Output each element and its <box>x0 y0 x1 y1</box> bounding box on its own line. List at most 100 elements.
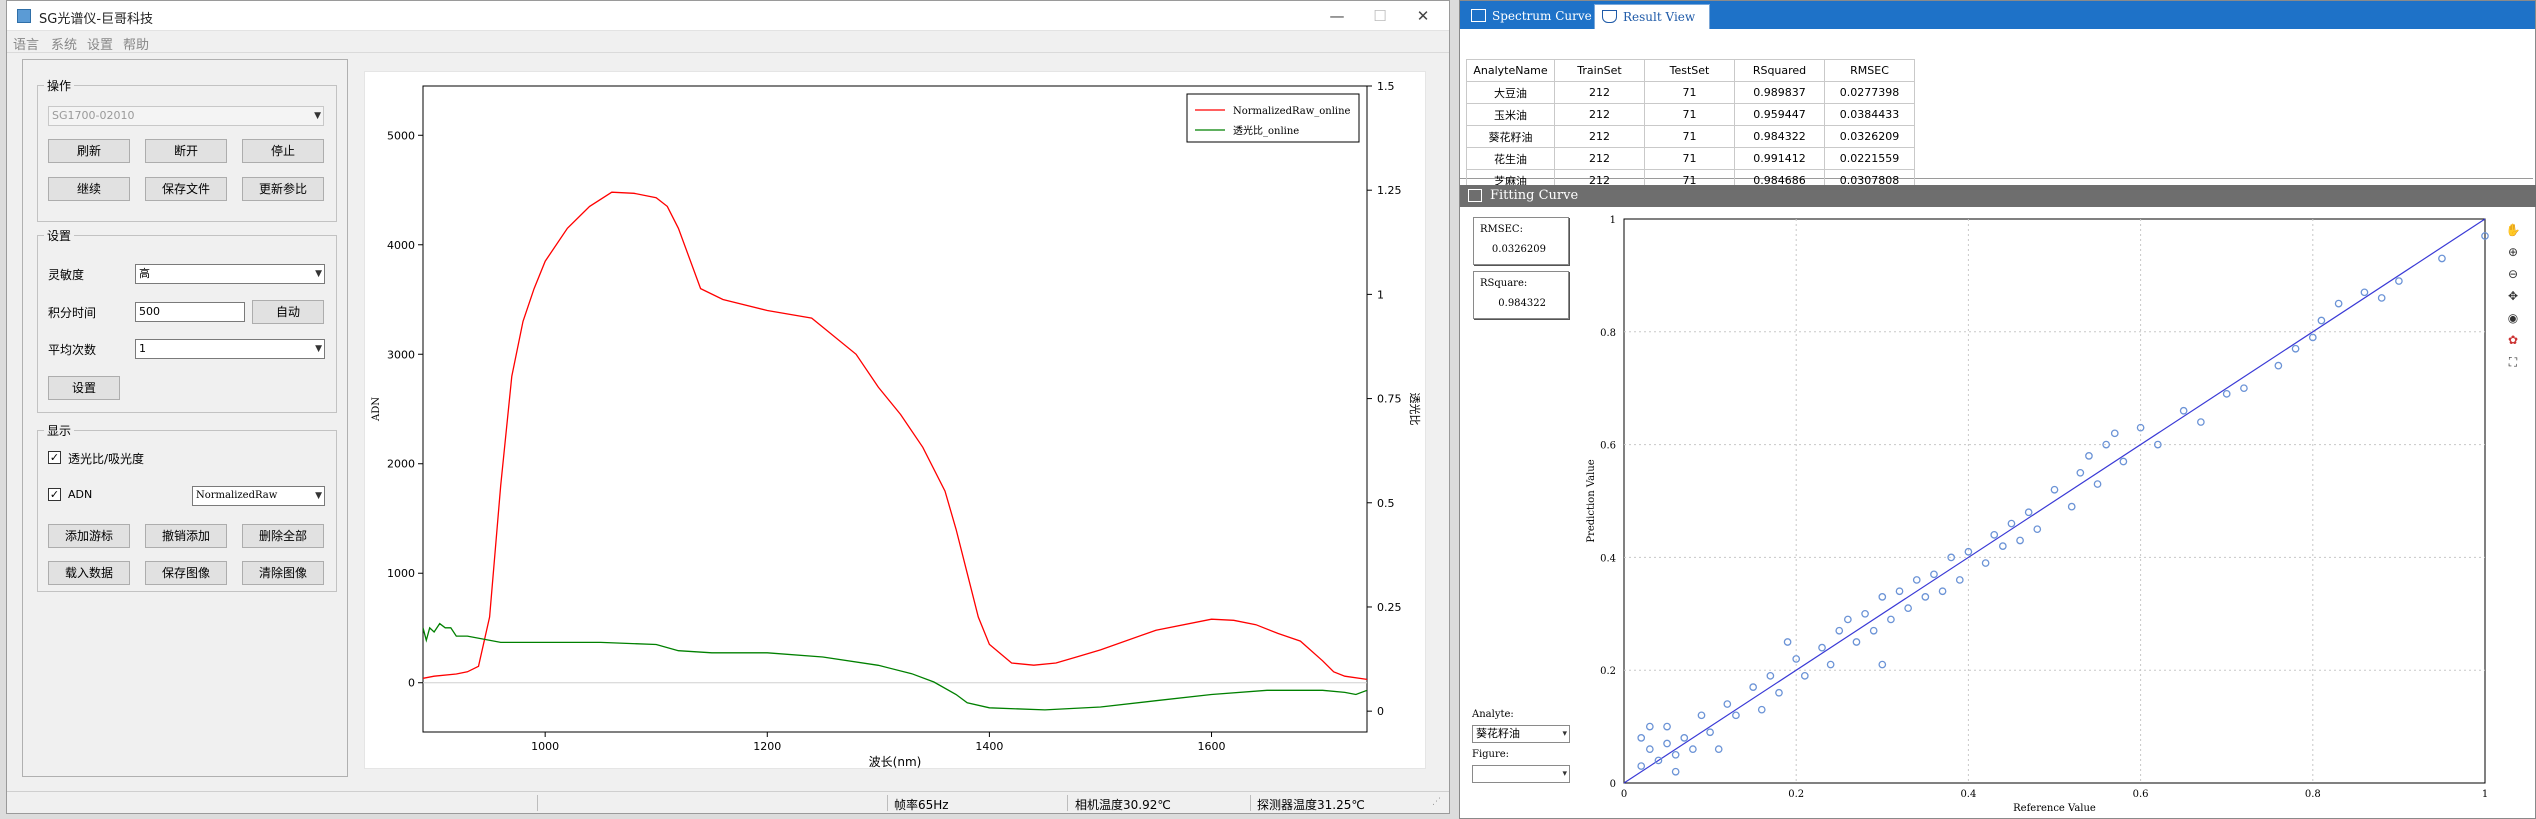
table-header-row: AnalyteName TrainSet TestSet RSquared RM… <box>1466 59 1915 82</box>
result-window: Spectrum Curve Result View AnalyteName T… <box>1459 0 2536 819</box>
auto-button[interactable]: 自动 <box>252 300 324 324</box>
average-count-combo[interactable]: 1 ▼ <box>135 339 325 359</box>
table-row[interactable]: 葵花籽油 212 71 0.984322 0.0326209 <box>1466 125 1915 148</box>
fitting-chart-panel[interactable]: 0 0 0.2 0.2 0.4 0.4 0.6 0.6 0.8 0.8 1 1 Reference Va… <box>1580 213 2515 814</box>
menu-language[interactable]: 语言 <box>13 34 39 53</box>
x-axis-label: Reference Value <box>2013 803 2096 813</box>
adn-checkbox[interactable]: ✓ <box>48 488 61 501</box>
hand-icon[interactable]: ✋ <box>2505 223 2521 239</box>
table-cell[interactable]: 0.0384433 <box>1824 103 1915 126</box>
refresh-button[interactable]: 刷新 <box>48 139 130 163</box>
tab-result-view[interactable]: Result View <box>1594 4 1710 29</box>
y-tick-label: 0.6 <box>1600 441 1616 452</box>
y-tick-label: 2000 <box>387 458 415 471</box>
fit-view-icon[interactable]: ⛶ <box>2505 355 2521 371</box>
integration-time-input[interactable]: 500 <box>135 302 245 322</box>
table-row[interactable]: 大豆油 212 71 0.989837 0.0277398 <box>1466 81 1915 104</box>
table-cell[interactable]: 0.0326209 <box>1824 125 1915 148</box>
table-cell[interactable]: 212 <box>1554 147 1645 170</box>
tab-spectrum-curve[interactable]: Spectrum Curve <box>1464 4 1592 29</box>
save-image-button[interactable]: 保存图像 <box>145 561 227 585</box>
table-cell[interactable]: 花生油 <box>1466 147 1555 170</box>
menu-system[interactable]: 系统 <box>51 34 77 53</box>
status-divider <box>537 795 538 811</box>
rsquare-value: 0.984322 <box>1498 298 1546 309</box>
table-cell[interactable]: 玉米油 <box>1466 103 1555 126</box>
control-panel: 操作 SG1700-02010 ▼ 刷新 断开 停止 继续 保存文件 更新参比 … <box>22 59 348 777</box>
apply-settings-button[interactable]: 设置 <box>48 376 120 400</box>
table-cell[interactable]: 71 <box>1644 147 1735 170</box>
save-file-button[interactable]: 保存文件 <box>145 177 227 201</box>
device-combo[interactable]: SG1700-02010 ▼ <box>48 106 324 126</box>
column-header[interactable]: RMSEC <box>1824 59 1915 82</box>
palette-icon[interactable]: ✿ <box>2505 333 2521 349</box>
y-tick-label: 0.2 <box>1600 666 1616 677</box>
table-cell[interactable]: 71 <box>1644 81 1735 104</box>
average-count-label: 平均次数 <box>48 343 97 357</box>
chevron-down-icon: ▾ <box>1562 769 1567 779</box>
table-cell[interactable]: 0.0277398 <box>1824 81 1915 104</box>
tab-result-view-label: Result View <box>1623 10 1696 24</box>
undo-add-button[interactable]: 撤销添加 <box>145 524 227 548</box>
close-button[interactable]: ✕ <box>1413 6 1433 26</box>
clear-image-button[interactable]: 清除图像 <box>242 561 324 585</box>
column-header[interactable]: TrainSet <box>1554 59 1645 82</box>
pan-icon[interactable]: ✥ <box>2505 289 2521 305</box>
resize-grip-icon[interactable]: ⋰ <box>1432 797 1441 807</box>
zoom-in-icon[interactable]: ⊕ <box>2505 245 2521 261</box>
column-header[interactable]: RSquared <box>1734 59 1825 82</box>
spectrum-chart[interactable]: 1000 1200 1400 1600 0 1000 2000 3000 4000 5000 0 0.… <box>365 72 1427 770</box>
column-header[interactable]: AnalyteName <box>1466 59 1555 82</box>
detector-temp-status: 探测器温度31.25℃ <box>1257 798 1365 812</box>
load-data-button[interactable]: 载入数据 <box>48 561 130 585</box>
table-cell[interactable]: 212 <box>1554 81 1645 104</box>
chevron-down-icon: ▾ <box>1562 729 1567 739</box>
table-cell[interactable]: 71 <box>1644 103 1735 126</box>
chevron-down-icon: ▼ <box>315 344 322 354</box>
table-row[interactable]: 花生油 212 71 0.991412 0.0221559 <box>1466 147 1915 170</box>
table-cell[interactable]: 212 <box>1554 103 1645 126</box>
delete-all-button[interactable]: 删除全部 <box>242 524 324 548</box>
table-cell[interactable]: 71 <box>1644 125 1735 148</box>
spectrometer-window: SG光谱仪-巨哥科技 — ☐ ✕ 语言 系统 设置 帮助 操作 SG1700-0… <box>6 0 1450 814</box>
table-cell[interactable]: 0.984322 <box>1734 125 1825 148</box>
minimize-button[interactable]: — <box>1327 6 1347 26</box>
figure-combo[interactable]: ▾ <box>1472 765 1570 783</box>
x-tick-label: 0.2 <box>1788 789 1804 800</box>
table-cell[interactable]: 大豆油 <box>1466 81 1555 104</box>
x-tick-label: 0 <box>1621 789 1627 800</box>
chart-line-icon <box>1468 189 1482 202</box>
analyte-combo[interactable]: 葵花籽油 ▾ <box>1472 725 1570 743</box>
table-cell[interactable]: 0.989837 <box>1734 81 1825 104</box>
table-cell[interactable]: 0.991412 <box>1734 147 1825 170</box>
table-cell[interactable]: 0.959447 <box>1734 103 1825 126</box>
transmittance-checkbox[interactable]: ✓ <box>48 451 61 464</box>
x-tick-label: 0.6 <box>2133 789 2149 800</box>
adn-mode-combo[interactable]: NormalizedRaw ▼ <box>192 486 325 506</box>
menu-bar: 语言 系统 设置 帮助 <box>7 31 1449 53</box>
maximize-button[interactable]: ☐ <box>1370 6 1390 26</box>
rmsec-box: RMSEC: 0.0326209 <box>1473 217 1569 265</box>
table-cell[interactable]: 212 <box>1554 125 1645 148</box>
table-cell[interactable]: 0.0221559 <box>1824 147 1915 170</box>
y-tick-label: 1000 <box>387 567 415 580</box>
eye-icon[interactable]: ◉ <box>2505 311 2521 327</box>
table-body: 大豆油 212 71 0.989837 0.0277398 玉米油 212 71 0.95944… <box>1466 81 1915 192</box>
device-combo-value: SG1700-02010 <box>52 109 135 122</box>
fitting-chart[interactable]: 00 0.2 0.2 0.4 0.4 0.6 0.6 0.8 0.8 1 1 Reference Va… <box>1580 213 2515 814</box>
sensitivity-combo[interactable]: 高 ▼ <box>135 264 325 284</box>
zoom-out-icon[interactable]: ⊖ <box>2505 267 2521 283</box>
menu-settings[interactable]: 设置 <box>87 34 113 53</box>
legend-label: 透光比_online <box>1233 124 1299 137</box>
table-row[interactable]: 玉米油 212 71 0.959447 0.0384433 <box>1466 103 1915 126</box>
spectrum-chart-panel[interactable]: 1000 1200 1400 1600 0 1000 2000 3000 4000 5000 0 0.… <box>364 71 1426 769</box>
settings-group: 设置 灵敏度 高 ▼ 积分时间 500 自动 平均次数 1 ▼ 设置 <box>37 227 337 413</box>
continue-button[interactable]: 继续 <box>48 177 130 201</box>
disconnect-button[interactable]: 断开 <box>145 139 227 163</box>
stop-button[interactable]: 停止 <box>242 139 324 163</box>
column-header[interactable]: TestSet <box>1644 59 1735 82</box>
menu-help[interactable]: 帮助 <box>123 34 149 53</box>
table-cell[interactable]: 葵花籽油 <box>1466 125 1555 148</box>
update-reference-button[interactable]: 更新参比 <box>242 177 324 201</box>
add-cursor-button[interactable]: 添加游标 <box>48 524 130 548</box>
